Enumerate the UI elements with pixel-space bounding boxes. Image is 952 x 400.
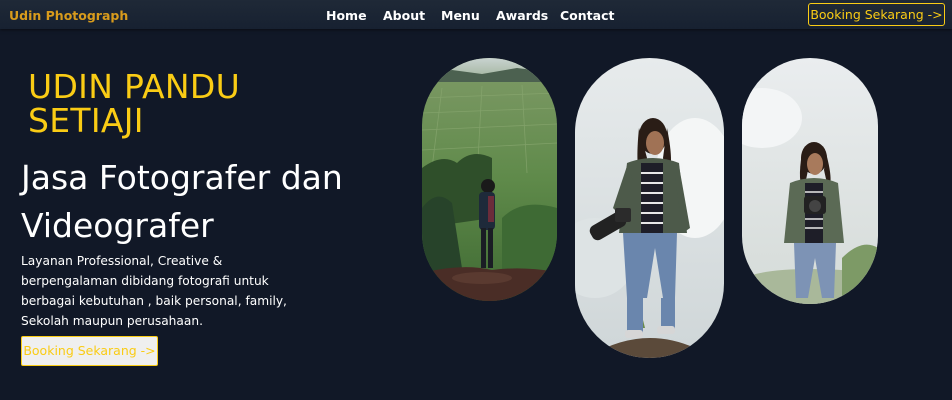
nav-link-about[interactable]: About xyxy=(383,8,425,23)
hero-booking-button[interactable]: Booking Sekarang -> xyxy=(21,336,158,366)
hero-photo-photographer-standing xyxy=(742,58,878,304)
hero-photo-landscape xyxy=(422,58,557,301)
hero-title: Jasa Fotografer dan Videografer xyxy=(21,158,343,245)
nav-link-awards[interactable]: Awards xyxy=(496,8,548,23)
hero-description: Layanan Professional, Creative & berpeng… xyxy=(21,254,287,328)
navbar: Udin Photograph Home About Menu Awards C… xyxy=(0,0,952,29)
hero-name: UDIN PANDU SETIAJI xyxy=(28,67,241,140)
nav-link-contact[interactable]: Contact xyxy=(560,8,614,23)
nav-link-menu[interactable]: Menu xyxy=(441,8,480,23)
hero-photo-photographer-walking xyxy=(575,58,724,358)
nav-booking-button[interactable]: Booking Sekarang -> xyxy=(808,3,945,26)
nav-link-home[interactable]: Home xyxy=(326,8,367,23)
